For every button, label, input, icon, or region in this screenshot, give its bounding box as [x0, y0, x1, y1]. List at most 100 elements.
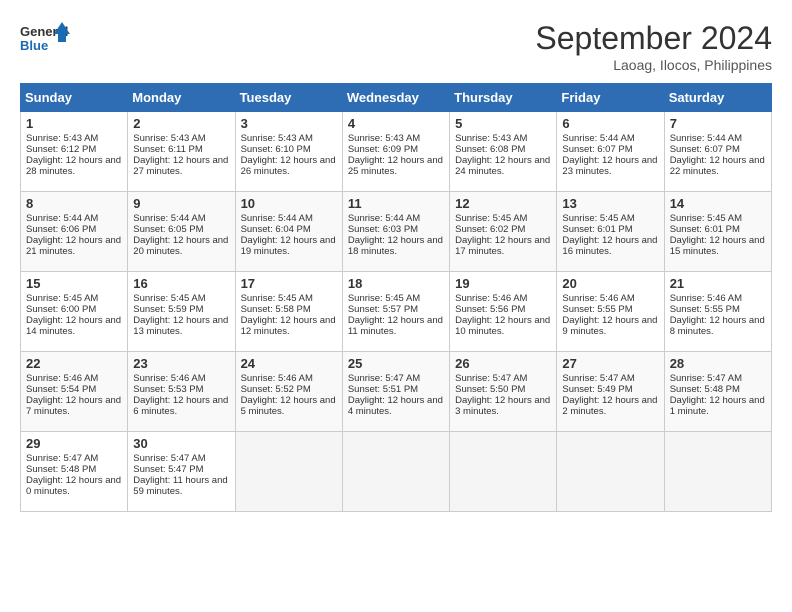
daylight-label: Daylight: 12 hours and 28 minutes.: [26, 155, 121, 177]
day-number: 29: [26, 436, 122, 451]
sunrise-label: Sunrise: 5:47 AM: [562, 373, 634, 384]
daylight-label: Daylight: 12 hours and 13 minutes.: [133, 315, 228, 337]
sunrise-label: Sunrise: 5:47 AM: [348, 373, 420, 384]
sunset-label: Sunset: 6:03 PM: [348, 224, 418, 235]
calendar-cell: 12 Sunrise: 5:45 AM Sunset: 6:02 PM Dayl…: [450, 192, 557, 272]
sunrise-label: Sunrise: 5:45 AM: [241, 293, 313, 304]
day-number: 14: [670, 196, 766, 211]
sunrise-label: Sunrise: 5:45 AM: [26, 293, 98, 304]
day-number: 6: [562, 116, 658, 131]
daylight-label: Daylight: 12 hours and 12 minutes.: [241, 315, 336, 337]
day-number: 12: [455, 196, 551, 211]
sunrise-label: Sunrise: 5:46 AM: [562, 293, 634, 304]
day-number: 28: [670, 356, 766, 371]
calendar-cell: 11 Sunrise: 5:44 AM Sunset: 6:03 PM Dayl…: [342, 192, 449, 272]
calendar-week-1: 1 Sunrise: 5:43 AM Sunset: 6:12 PM Dayli…: [21, 112, 772, 192]
sunset-label: Sunset: 5:59 PM: [133, 304, 203, 315]
day-number: 26: [455, 356, 551, 371]
sunrise-label: Sunrise: 5:43 AM: [348, 133, 420, 144]
sunrise-label: Sunrise: 5:44 AM: [133, 213, 205, 224]
sunset-label: Sunset: 6:11 PM: [133, 144, 203, 155]
calendar-cell: [557, 432, 664, 512]
sunset-label: Sunset: 6:00 PM: [26, 304, 96, 315]
daylight-label: Daylight: 12 hours and 3 minutes.: [455, 395, 550, 417]
calendar-cell: 2 Sunrise: 5:43 AM Sunset: 6:11 PM Dayli…: [128, 112, 235, 192]
day-number: 15: [26, 276, 122, 291]
calendar-cell: [235, 432, 342, 512]
daylight-label: Daylight: 12 hours and 7 minutes.: [26, 395, 121, 417]
sunset-label: Sunset: 5:54 PM: [26, 384, 96, 395]
daylight-label: Daylight: 11 hours and 59 minutes.: [133, 475, 227, 497]
calendar-cell: 21 Sunrise: 5:46 AM Sunset: 5:55 PM Dayl…: [664, 272, 771, 352]
sunrise-label: Sunrise: 5:45 AM: [562, 213, 634, 224]
daylight-label: Daylight: 12 hours and 16 minutes.: [562, 235, 657, 257]
calendar-cell: 8 Sunrise: 5:44 AM Sunset: 6:06 PM Dayli…: [21, 192, 128, 272]
title-area: September 2024 Laoag, Ilocos, Philippine…: [535, 20, 772, 73]
calendar-week-4: 22 Sunrise: 5:46 AM Sunset: 5:54 PM Dayl…: [21, 352, 772, 432]
calendar-cell: 10 Sunrise: 5:44 AM Sunset: 6:04 PM Dayl…: [235, 192, 342, 272]
day-number: 21: [670, 276, 766, 291]
sunset-label: Sunset: 5:58 PM: [241, 304, 311, 315]
day-number: 2: [133, 116, 229, 131]
day-number: 24: [241, 356, 337, 371]
sunset-label: Sunset: 6:02 PM: [455, 224, 525, 235]
daylight-label: Daylight: 12 hours and 24 minutes.: [455, 155, 550, 177]
calendar-cell: 22 Sunrise: 5:46 AM Sunset: 5:54 PM Dayl…: [21, 352, 128, 432]
calendar-cell: 20 Sunrise: 5:46 AM Sunset: 5:55 PM Dayl…: [557, 272, 664, 352]
weekday-header-wednesday: Wednesday: [342, 84, 449, 112]
daylight-label: Daylight: 12 hours and 4 minutes.: [348, 395, 443, 417]
calendar-cell: 4 Sunrise: 5:43 AM Sunset: 6:09 PM Dayli…: [342, 112, 449, 192]
sunrise-label: Sunrise: 5:44 AM: [670, 133, 742, 144]
day-number: 23: [133, 356, 229, 371]
day-number: 27: [562, 356, 658, 371]
sunset-label: Sunset: 6:07 PM: [562, 144, 632, 155]
daylight-label: Daylight: 12 hours and 19 minutes.: [241, 235, 336, 257]
calendar-cell: [450, 432, 557, 512]
logo-svg: General Blue: [20, 20, 70, 60]
daylight-label: Daylight: 12 hours and 20 minutes.: [133, 235, 228, 257]
day-number: 8: [26, 196, 122, 211]
daylight-label: Daylight: 12 hours and 5 minutes.: [241, 395, 336, 417]
sunrise-label: Sunrise: 5:45 AM: [348, 293, 420, 304]
daylight-label: Daylight: 12 hours and 0 minutes.: [26, 475, 121, 497]
calendar-cell: 29 Sunrise: 5:47 AM Sunset: 5:48 PM Dayl…: [21, 432, 128, 512]
calendar-cell: 28 Sunrise: 5:47 AM Sunset: 5:48 PM Dayl…: [664, 352, 771, 432]
svg-text:Blue: Blue: [20, 38, 48, 53]
calendar-cell: 23 Sunrise: 5:46 AM Sunset: 5:53 PM Dayl…: [128, 352, 235, 432]
day-number: 4: [348, 116, 444, 131]
calendar-cell: 24 Sunrise: 5:46 AM Sunset: 5:52 PM Dayl…: [235, 352, 342, 432]
calendar-cell: [342, 432, 449, 512]
month-title: September 2024: [535, 20, 772, 57]
day-number: 19: [455, 276, 551, 291]
calendar-cell: 3 Sunrise: 5:43 AM Sunset: 6:10 PM Dayli…: [235, 112, 342, 192]
sunset-label: Sunset: 5:53 PM: [133, 384, 203, 395]
location: Laoag, Ilocos, Philippines: [535, 57, 772, 73]
sunrise-label: Sunrise: 5:46 AM: [241, 373, 313, 384]
calendar-cell: 1 Sunrise: 5:43 AM Sunset: 6:12 PM Dayli…: [21, 112, 128, 192]
sunset-label: Sunset: 6:06 PM: [26, 224, 96, 235]
calendar-cell: 25 Sunrise: 5:47 AM Sunset: 5:51 PM Dayl…: [342, 352, 449, 432]
calendar-cell: 30 Sunrise: 5:47 AM Sunset: 5:47 PM Dayl…: [128, 432, 235, 512]
page-header: General Blue September 2024 Laoag, Iloco…: [20, 20, 772, 73]
sunrise-label: Sunrise: 5:43 AM: [26, 133, 98, 144]
weekday-header-monday: Monday: [128, 84, 235, 112]
daylight-label: Daylight: 12 hours and 1 minute.: [670, 395, 765, 417]
calendar-cell: 6 Sunrise: 5:44 AM Sunset: 6:07 PM Dayli…: [557, 112, 664, 192]
sunrise-label: Sunrise: 5:44 AM: [348, 213, 420, 224]
daylight-label: Daylight: 12 hours and 22 minutes.: [670, 155, 765, 177]
calendar-cell: 26 Sunrise: 5:47 AM Sunset: 5:50 PM Dayl…: [450, 352, 557, 432]
sunrise-label: Sunrise: 5:46 AM: [455, 293, 527, 304]
calendar-week-2: 8 Sunrise: 5:44 AM Sunset: 6:06 PM Dayli…: [21, 192, 772, 272]
daylight-label: Daylight: 12 hours and 17 minutes.: [455, 235, 550, 257]
calendar-cell: 5 Sunrise: 5:43 AM Sunset: 6:08 PM Dayli…: [450, 112, 557, 192]
calendar-cell: 27 Sunrise: 5:47 AM Sunset: 5:49 PM Dayl…: [557, 352, 664, 432]
day-number: 1: [26, 116, 122, 131]
sunset-label: Sunset: 6:10 PM: [241, 144, 311, 155]
sunrise-label: Sunrise: 5:44 AM: [562, 133, 634, 144]
weekday-header-thursday: Thursday: [450, 84, 557, 112]
sunrise-label: Sunrise: 5:46 AM: [26, 373, 98, 384]
daylight-label: Daylight: 12 hours and 6 minutes.: [133, 395, 228, 417]
calendar-cell: 9 Sunrise: 5:44 AM Sunset: 6:05 PM Dayli…: [128, 192, 235, 272]
sunrise-label: Sunrise: 5:45 AM: [455, 213, 527, 224]
day-number: 5: [455, 116, 551, 131]
